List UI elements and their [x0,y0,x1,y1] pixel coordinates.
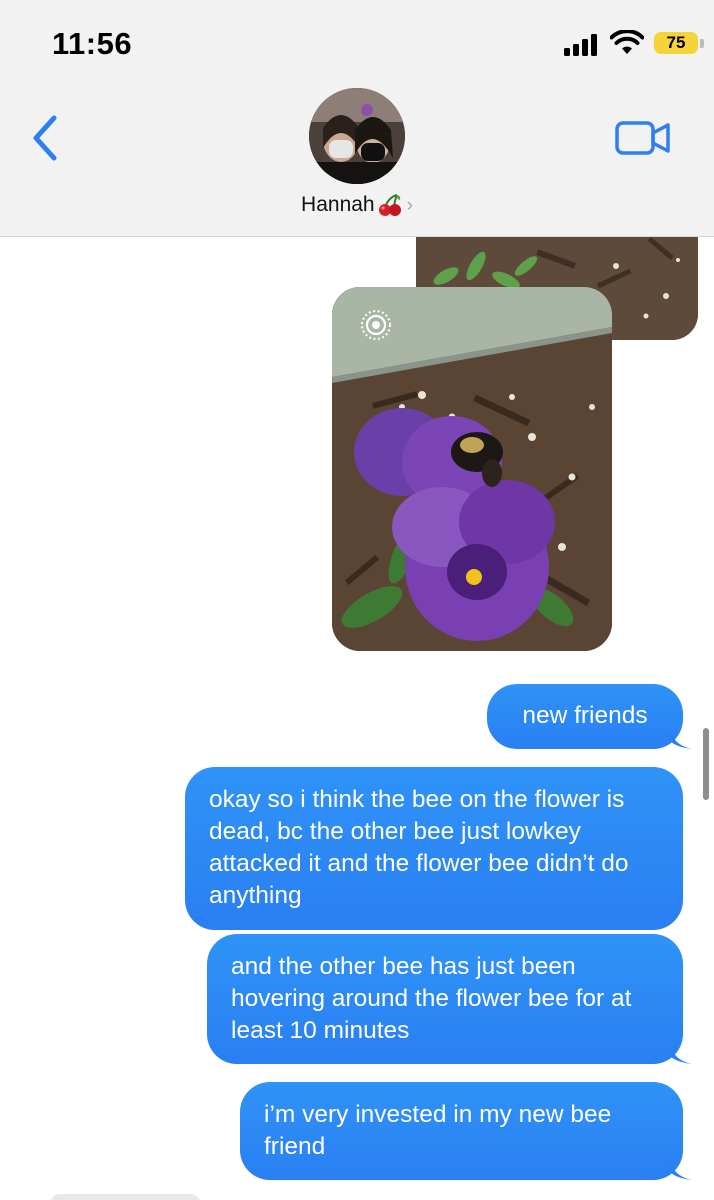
outgoing-message[interactable]: and the other bee has just been hovering… [207,934,692,1064]
contact-name: Hannah [301,193,375,216]
battery-indicator: 75 [654,32,698,54]
scroll-indicator[interactable] [703,728,709,800]
message-list[interactable]: new friends okay so i think the bee on t… [0,236,714,1200]
outgoing-message[interactable]: i’m very invested in my new bee friend [240,1082,692,1180]
avatar-photo [309,88,405,184]
message-text: i’m very invested in my new bee friend [264,1101,612,1160]
message-text: okay so i think the bee on the flower is… [209,786,629,909]
bee-on-pansy-photo [332,287,612,651]
status-time: 11:56 [52,26,133,61]
outgoing-message[interactable]: new friends [487,684,692,749]
photo-message-bee-flower[interactable] [332,287,612,651]
message-text: new friends [522,702,648,729]
cellular-signal-icon [564,34,600,56]
wifi-icon [610,30,644,54]
cherry-emoji-icon [378,194,401,217]
video-camera-icon [615,121,670,155]
back-button[interactable] [28,114,62,162]
contact-avatar[interactable] [309,88,405,184]
chevron-left-icon [33,115,57,161]
outgoing-message[interactable]: okay so i think the bee on the flower is… [185,767,683,930]
conversation-header: 11:56 75 Hannah › [0,0,714,237]
bubble-tail [670,727,692,749]
contact-name-row[interactable]: Hannah › [0,193,714,217]
battery-nub [700,39,704,48]
chevron-right-icon: › [406,195,413,216]
bubble-tail [670,1158,692,1180]
video-call-button[interactable] [614,118,672,158]
bubble-tail [670,1042,692,1064]
next-message-peek [50,1194,200,1200]
message-text: and the other bee has just been hovering… [231,953,632,1044]
